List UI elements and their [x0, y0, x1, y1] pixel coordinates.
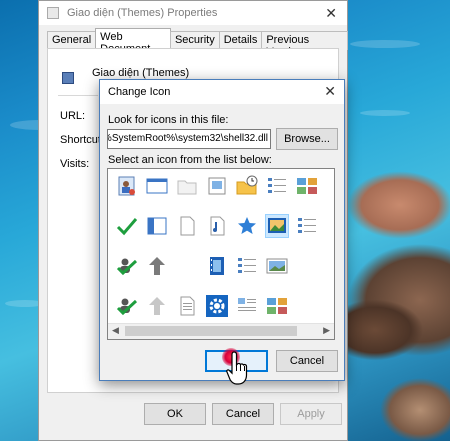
- blue-star-icon[interactable]: [236, 215, 258, 237]
- scrollbar-thumb[interactable]: [125, 326, 297, 336]
- icon-list-label: Select an icon from the list below:: [108, 154, 272, 166]
- text-image-icon[interactable]: [236, 295, 258, 317]
- properties-titlebar: Giao diện (Themes) Properties ✕: [39, 1, 347, 25]
- icon-list[interactable]: ◀ ▶: [107, 168, 335, 340]
- users-check-icon[interactable]: [116, 295, 138, 317]
- horizontal-scrollbar[interactable]: ◀ ▶: [108, 323, 334, 339]
- file-label: Look for icons in this file:: [108, 114, 229, 126]
- icon-file-path-value: %SystemRoot%\system32\shell32.dll: [107, 133, 268, 144]
- green-check-icon[interactable]: [116, 215, 138, 237]
- dialog-title: Change Icon: [108, 86, 171, 98]
- visits-label: Visits:: [60, 158, 90, 170]
- scroll-left-icon[interactable]: ◀: [112, 325, 119, 336]
- hand-cursor-icon: [226, 351, 248, 385]
- icon-file-path-input[interactable]: %SystemRoot%\system32\shell32.dll: [107, 129, 271, 149]
- music-note-icon[interactable]: [206, 215, 228, 237]
- landscape-icon[interactable]: [266, 255, 288, 277]
- window-icon[interactable]: [146, 175, 168, 197]
- window-split-icon[interactable]: [146, 215, 168, 237]
- change-icon-titlebar: Change Icon ✕: [100, 80, 344, 104]
- properties-title: Giao diện (Themes) Properties: [67, 7, 218, 19]
- up-arrow-gray-icon[interactable]: [146, 295, 168, 317]
- gallery-icon[interactable]: [296, 175, 318, 197]
- up-arrow-icon[interactable]: [146, 255, 168, 277]
- folder-clock-icon[interactable]: [236, 175, 258, 197]
- dialog-cancel-button[interactable]: Cancel: [276, 350, 338, 372]
- tab-web-document[interactable]: Web Document: [95, 28, 171, 55]
- shortcut-name: Giao diện (Themes): [92, 67, 190, 79]
- list-view-icon[interactable]: [296, 215, 318, 237]
- gear-icon[interactable]: [206, 295, 228, 317]
- cancel-button[interactable]: Cancel: [212, 403, 274, 425]
- checklist-icon[interactable]: [236, 255, 258, 277]
- photos-icon[interactable]: [266, 295, 288, 317]
- divider: [58, 95, 98, 96]
- ok-button[interactable]: OK: [144, 403, 206, 425]
- browse-button[interactable]: Browse...: [276, 128, 338, 150]
- film-icon[interactable]: [206, 255, 228, 277]
- list-details-icon[interactable]: [266, 175, 288, 197]
- users-check-icon[interactable]: [116, 255, 138, 277]
- shortcut-icon: [62, 72, 74, 84]
- folder-open-icon[interactable]: [176, 175, 198, 197]
- user-certificate-icon[interactable]: [116, 175, 138, 197]
- picture-frame-icon[interactable]: [206, 175, 228, 197]
- apply-button[interactable]: Apply: [280, 403, 342, 425]
- change-icon-dialog: Change Icon ✕ Look for icons in this fil…: [99, 79, 345, 381]
- scroll-right-icon[interactable]: ▶: [323, 325, 330, 336]
- url-label: URL:: [60, 110, 86, 122]
- text-document-icon[interactable]: [176, 295, 198, 317]
- close-icon[interactable]: ✕: [324, 83, 336, 100]
- blank-document-icon[interactable]: [176, 215, 198, 237]
- file-icon: [47, 7, 59, 19]
- close-icon[interactable]: ✕: [325, 5, 337, 22]
- image-selected-icon[interactable]: [265, 214, 289, 238]
